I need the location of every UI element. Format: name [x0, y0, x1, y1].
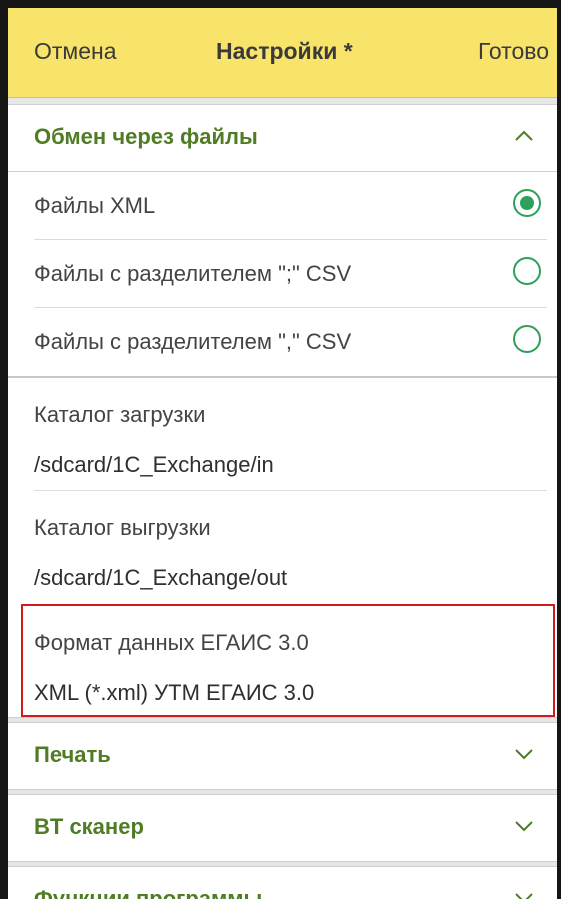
section-bt-scanner-header: BT сканер — [8, 795, 557, 861]
export-dir-value: /sdcard/1C_Exchange/out — [34, 565, 288, 590]
radio-option-xml[interactable]: Файлы XML — [8, 172, 557, 239]
section-print[interactable]: Печать — [8, 722, 557, 790]
section-program-functions[interactable]: Функции программы — [8, 866, 557, 899]
radio-button-selected[interactable] — [513, 189, 541, 217]
import-dir-value: /sdcard/1C_Exchange/in — [34, 452, 274, 477]
radio-option-label: Файлы XML — [34, 193, 156, 218]
top-bar: Отмена Настройки * Готово — [8, 8, 557, 98]
page-title: Настройки * — [216, 38, 353, 64]
radio-option-label: Файлы с разделителем ";" CSV — [34, 261, 352, 286]
section-exchange-title: Обмен через файлы — [34, 124, 258, 149]
section-program-functions-header: Функции программы — [8, 867, 557, 899]
section-exchange: Обмен через файлы Файлы XML Файлы с разд… — [8, 104, 557, 718]
cancel-button[interactable]: Отмена — [34, 38, 117, 65]
section-print-title: Печать — [34, 742, 111, 767]
app-frame: Отмена Настройки * Готово Обмен через фа… — [0, 0, 561, 899]
section-print-header: Печать — [8, 723, 557, 789]
radio-button[interactable] — [513, 257, 541, 285]
radio-button[interactable] — [513, 325, 541, 353]
radio-dot — [520, 196, 534, 210]
radio-option-csv-comma[interactable]: Файлы с разделителем "," CSV — [8, 308, 557, 375]
import-dir-field[interactable]: Каталог загрузки /sdcard/1C_Exchange/in — [8, 378, 557, 489]
radio-option-label: Файлы с разделителем "," CSV — [34, 329, 352, 354]
chevron-down-icon[interactable] — [511, 741, 537, 767]
import-dir-label: Каталог загрузки — [34, 402, 206, 427]
export-dir-label: Каталог выгрузки — [34, 515, 211, 540]
done-button[interactable]: Готово — [478, 38, 549, 65]
radio-option-csv-semicolon[interactable]: Файлы с разделителем ";" CSV — [8, 240, 557, 307]
section-bt-scanner-title: BT сканер — [34, 814, 144, 839]
section-bt-scanner[interactable]: BT сканер — [8, 794, 557, 862]
highlight-box — [21, 604, 555, 717]
chevron-down-icon[interactable] — [511, 813, 537, 839]
chevron-up-icon[interactable] — [511, 123, 537, 149]
export-dir-field[interactable]: Каталог выгрузки /sdcard/1C_Exchange/out — [8, 491, 557, 605]
chevron-down-icon[interactable] — [511, 885, 537, 899]
section-exchange-header[interactable]: Обмен через файлы — [8, 105, 557, 171]
section-program-functions-title: Функции программы — [34, 886, 263, 899]
